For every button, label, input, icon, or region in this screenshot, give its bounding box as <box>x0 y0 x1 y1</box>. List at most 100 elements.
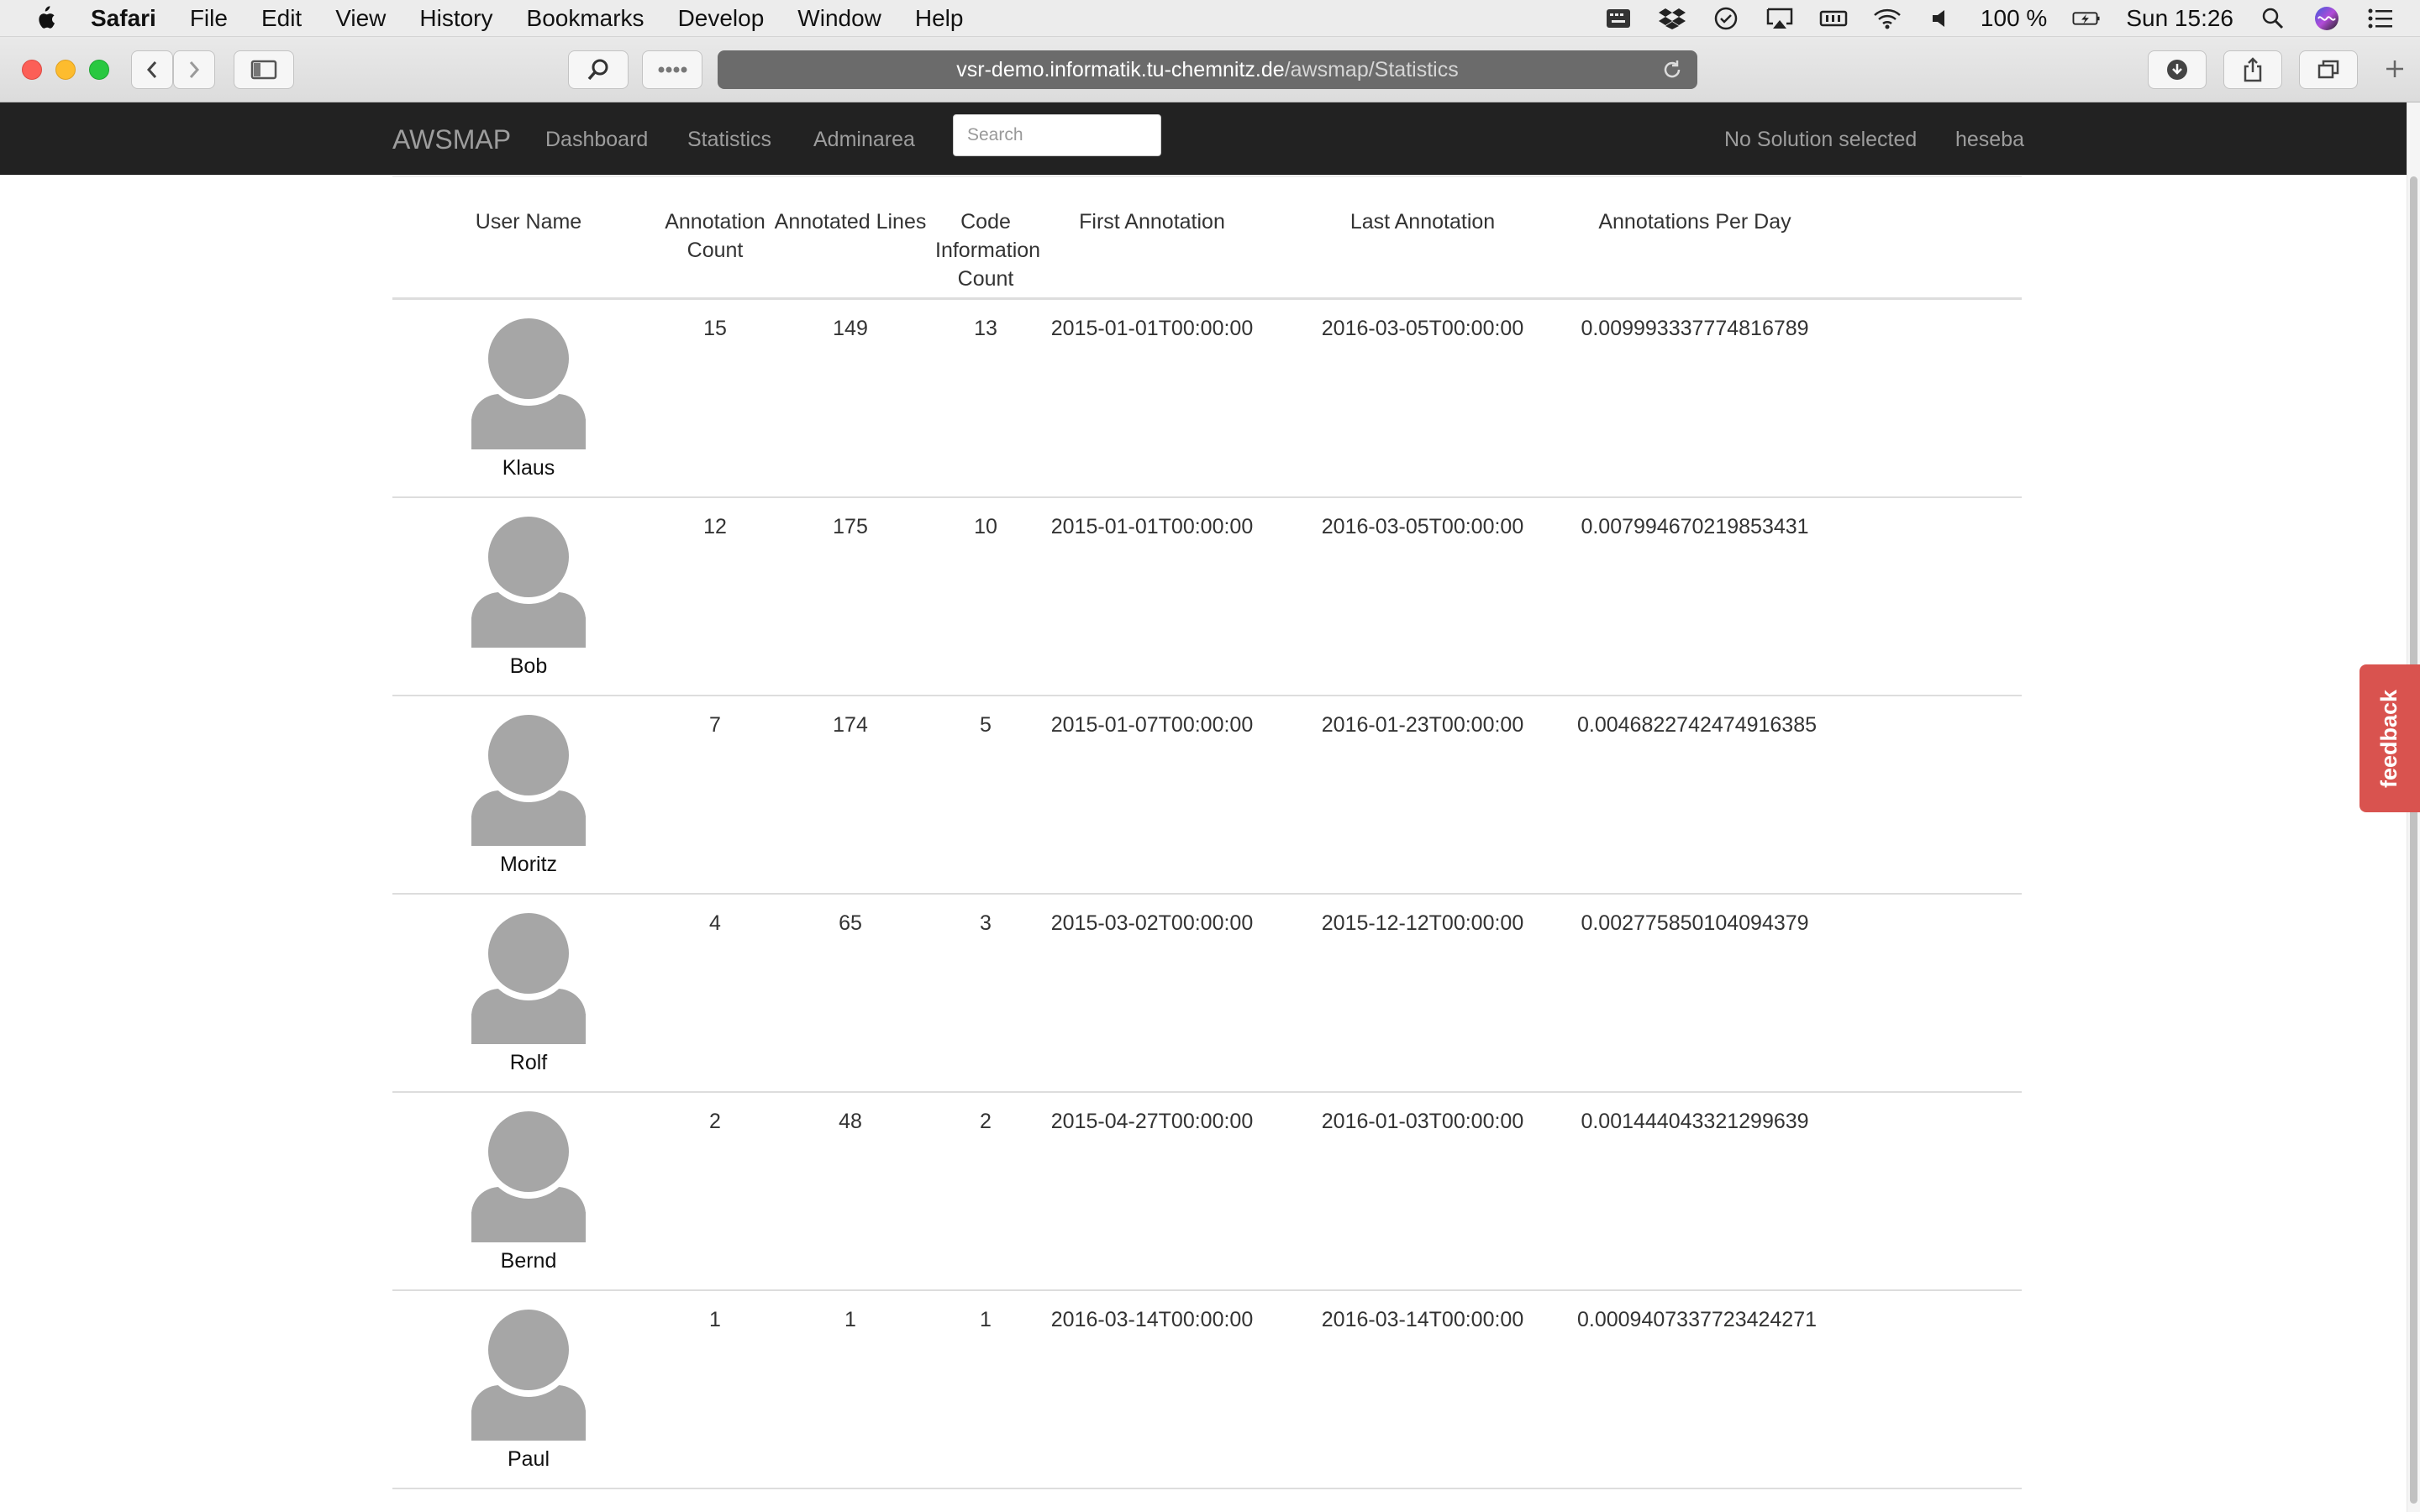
tabs-icon <box>2317 60 2339 79</box>
annotated-lines: 65 <box>839 911 862 935</box>
user-name[interactable]: Klaus <box>502 456 555 480</box>
first-annotation: 2015-01-01T00:00:00 <box>1050 515 1254 538</box>
menu-history[interactable]: History <box>419 5 492 32</box>
fullscreen-window-button[interactable] <box>89 60 109 80</box>
annotations-per-day: 0.007994670219853431 <box>1581 515 1809 538</box>
table-row: Paul 1 1 1 2016-03-14T00:00:00 2016-03-1… <box>392 1291 2022 1489</box>
status-area: 100 % Sun 15:26 <box>1604 0 2420 37</box>
annotation-count: 15 <box>703 317 727 340</box>
user-cell: Paul <box>392 1291 665 1488</box>
download-arrow-icon <box>2167 60 2187 80</box>
header-first-annotation: First Annotation <box>1079 210 1225 234</box>
menu-window[interactable]: Window <box>797 5 881 32</box>
feedback-button[interactable]: feedback <box>2360 664 2420 812</box>
annotation-count: 12 <box>703 515 727 538</box>
table-row: Bob 12 175 10 2015-01-01T00:00:00 2016-0… <box>392 498 2022 696</box>
user-name[interactable]: Bernd <box>501 1249 557 1273</box>
url-path: /awsmap/Statistics <box>1284 57 1459 81</box>
memory-icon[interactable] <box>1819 6 1848 31</box>
forward-button[interactable] <box>173 50 215 89</box>
menu-develop[interactable]: Develop <box>678 5 765 32</box>
user-cell: Bob <box>392 498 665 695</box>
dropbox-icon[interactable] <box>1658 6 1686 31</box>
clock[interactable]: Sun 15:26 <box>2126 5 2233 32</box>
user-cell: Bernd <box>392 1093 665 1289</box>
annotation-count: 4 <box>709 911 721 935</box>
user-cell: Moritz <box>392 696 665 893</box>
last-annotation: 2015-12-12T00:00:00 <box>1321 911 1524 935</box>
nav-adminarea[interactable]: Adminarea <box>813 128 915 152</box>
annotated-lines: 1 <box>844 1308 856 1331</box>
code-information-count: 2 <box>980 1110 992 1133</box>
user-menu[interactable]: heseba <box>1955 128 2024 152</box>
code-information-count: 13 <box>974 317 997 340</box>
search-input[interactable] <box>953 114 1161 156</box>
menu-bookmarks[interactable]: Bookmarks <box>527 5 644 32</box>
annotations-per-day: 0.001444043321299639 <box>1581 1110 1809 1133</box>
code-information-count: 10 <box>974 515 997 538</box>
menu-file[interactable]: File <box>190 5 228 32</box>
wifi-icon[interactable] <box>1873 6 1902 31</box>
nav-statistics[interactable]: Statistics <box>687 128 771 152</box>
close-window-button[interactable] <box>22 60 42 80</box>
header-annotations-per-day: Annotations Per Day <box>1598 210 1791 234</box>
nav-dashboard[interactable]: Dashboard <box>545 128 648 152</box>
table-row: Rolf 4 65 3 2015-03-02T00:00:00 2015-12-… <box>392 895 2022 1093</box>
apple-logo-icon[interactable] <box>32 4 57 33</box>
code-information-count: 3 <box>980 911 992 935</box>
plus-icon <box>2386 60 2403 77</box>
first-annotation: 2015-04-27T00:00:00 <box>1050 1110 1254 1133</box>
airplay-icon[interactable] <box>1765 6 1794 31</box>
annotations-per-day: 0.009993337774816789 <box>1581 317 1809 340</box>
browser-toolbar: vsr-demo.informatik.tu-chemnitz.de/awsma… <box>0 37 2420 102</box>
user-name[interactable]: Moritz <box>500 853 557 877</box>
notification-center-icon[interactable] <box>2366 6 2395 31</box>
scrollbar-thumb[interactable] <box>2410 176 2417 1504</box>
reload-icon[interactable] <box>1660 58 1684 81</box>
siri-icon[interactable] <box>2312 6 2341 31</box>
address-bar[interactable]: vsr-demo.informatik.tu-chemnitz.de/awsma… <box>718 50 1697 89</box>
menu-edit[interactable]: Edit <box>261 5 302 32</box>
annotation-count: 7 <box>709 713 721 737</box>
share-icon <box>2244 57 2262 82</box>
user-avatar-icon <box>471 1110 586 1242</box>
extensions-button[interactable] <box>642 50 702 89</box>
volume-icon[interactable] <box>1927 6 1955 31</box>
new-tab-button[interactable] <box>2378 52 2412 86</box>
first-annotation: 2015-01-01T00:00:00 <box>1050 317 1254 340</box>
user-name[interactable]: Paul <box>508 1447 550 1472</box>
tab-overview-button[interactable] <box>2299 50 2358 89</box>
url-host: vsr-demo.informatik.tu-chemnitz.de <box>956 57 1285 81</box>
spotlight-search-icon[interactable] <box>2259 6 2287 31</box>
first-annotation: 2015-03-02T00:00:00 <box>1050 911 1254 935</box>
menu-view[interactable]: View <box>335 5 386 32</box>
sidebar-icon <box>250 60 277 80</box>
menu-help[interactable]: Help <box>915 5 964 32</box>
user-avatar-icon <box>471 911 586 1044</box>
battery-icon[interactable] <box>2072 6 2101 31</box>
back-button[interactable] <box>131 50 173 89</box>
annotations-per-day: 0.0046822742474916385 <box>1577 713 1818 737</box>
user-avatar-icon <box>471 515 586 648</box>
user-name[interactable]: Rolf <box>510 1051 547 1075</box>
user-name[interactable]: Bob <box>510 654 547 679</box>
more-dots-icon <box>658 66 687 73</box>
annotations-per-day: 0.0009407337723424271 <box>1577 1308 1818 1331</box>
minimize-window-button[interactable] <box>55 60 76 80</box>
menu-app-name[interactable]: Safari <box>91 5 156 32</box>
keyboard-icon[interactable] <box>1604 6 1633 31</box>
solution-status[interactable]: No Solution selected <box>1724 128 1917 152</box>
table-header: User Name Annotation Count Annotated Lin… <box>392 177 2022 300</box>
share-button[interactable] <box>2223 50 2282 89</box>
header-annotation-count: Annotation Count <box>665 210 765 262</box>
search-button[interactable] <box>568 50 629 89</box>
chevron-right-icon <box>189 61 200 78</box>
user-avatar-icon <box>471 1308 586 1441</box>
user-avatar-icon <box>471 713 586 846</box>
downloads-button[interactable] <box>2148 50 2207 89</box>
checkmark-circle-icon[interactable] <box>1712 6 1740 31</box>
brand-logo[interactable]: AWSMAP <box>392 124 511 155</box>
first-annotation: 2016-03-14T00:00:00 <box>1050 1308 1254 1331</box>
user-cell: Klaus <box>392 300 665 496</box>
sidebar-toggle-button[interactable] <box>234 50 294 89</box>
